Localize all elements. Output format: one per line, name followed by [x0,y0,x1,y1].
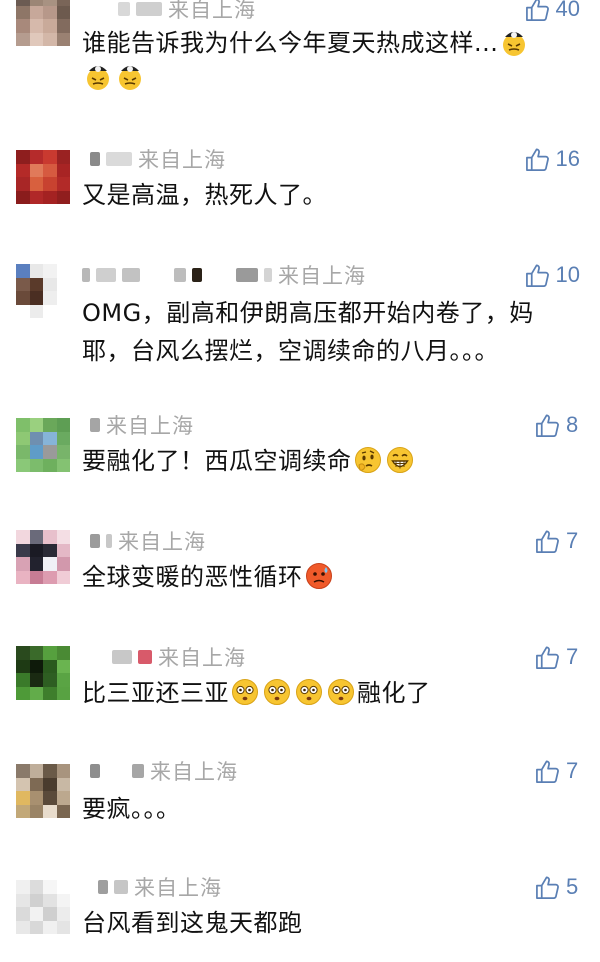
blurred-username[interactable] [118,2,130,16]
thumbs-up-icon [535,413,560,438]
like-count: 5 [566,874,579,899]
thumbs-up-icon [525,0,550,22]
comment-meta: 来自上海 [118,0,256,22]
like-count: 7 [566,644,579,669]
blurred-username[interactable] [122,268,140,282]
comment-text: 又是高温，热死人了。 [82,181,327,209]
blurred-username[interactable] [114,880,128,894]
location-label: 来自上海 [168,0,256,22]
like-button[interactable]: 40 [525,0,580,24]
thumbs-up-icon [535,875,560,900]
like-button[interactable]: 7 [535,642,580,672]
shocked-face-emoji [262,677,292,707]
sweat-helmet-emoji [499,27,529,57]
location-label: 来自上海 [106,414,194,438]
location-label: 来自上海 [118,530,206,554]
like-button[interactable]: 10 [525,260,580,290]
grinning-face-emoji [385,445,415,475]
comment-text: 谁能告诉我为什么今年夏天热成这样... [82,26,582,94]
blurred-username[interactable] [82,268,90,282]
avatar[interactable] [16,646,70,700]
blurred-username[interactable] [106,152,132,166]
blurred-username[interactable] [106,534,112,548]
comment-text: 比三亚还三亚 融化了 [82,677,431,707]
blurred-username[interactable] [90,418,100,432]
like-count: 8 [566,412,579,437]
thinking-face-emoji [353,445,383,475]
like-count: 40 [555,0,580,21]
sweat-helmet-emoji [83,61,113,91]
avatar[interactable] [16,880,70,934]
like-count: 7 [566,528,579,553]
hot-face-emoji [304,561,334,591]
blurred-username[interactable] [264,268,272,282]
comment-text: 全球变暖的恶性循环 [82,560,582,594]
thumbs-up-icon [535,645,560,670]
avatar[interactable] [16,418,70,472]
shocked-face-emoji [294,677,324,707]
blurred-username[interactable] [174,268,186,282]
blurred-username[interactable] [98,880,108,894]
blurred-username[interactable] [132,764,144,778]
thumbs-up-icon [535,529,560,554]
like-button[interactable]: 7 [535,526,580,556]
location-label: 来自上海 [134,876,222,900]
like-count: 10 [555,262,580,287]
thumbs-up-icon [525,147,550,172]
blurred-username[interactable] [90,152,100,166]
like-count: 16 [555,146,580,171]
blurred-username[interactable] [138,650,152,664]
comment-meta: 来自上海 [90,528,206,554]
sweat-helmet-emoji [115,61,145,91]
blurred-username[interactable] [90,764,100,778]
like-count: 7 [566,758,579,783]
comment-meta: 来自上海 [112,644,246,670]
comment-text: 要疯。。。 [82,795,181,823]
location-label: 来自上海 [150,760,238,784]
like-button[interactable]: 8 [535,410,580,440]
avatar[interactable] [16,264,70,318]
thumbs-up-icon [525,263,550,288]
like-button[interactable]: 7 [535,756,580,786]
avatar[interactable] [16,530,70,584]
thumbs-up-icon [535,759,560,784]
blurred-username[interactable] [90,534,100,548]
blurred-username[interactable] [236,268,258,282]
comment-text: 台风看到这鬼天都跑 [82,909,303,937]
comment-meta: 来自上海 [90,146,226,172]
comment-text: OMG，副高和伊朗高压都开始内卷了，妈 耶，台风么摆烂，空调续命的八月。。。 [82,299,534,365]
comment-meta: 来自上海 [90,412,194,438]
blurred-username[interactable] [96,268,116,282]
like-button[interactable]: 5 [535,872,580,902]
blurred-username[interactable] [112,650,132,664]
avatar[interactable] [16,0,70,46]
shocked-face-emoji [230,677,260,707]
like-button[interactable]: 16 [525,144,580,174]
comment-feed: 来自上海 40 谁能告诉我为什么今年夏天热成这样... 来自上海 16 又是高温… [0,0,600,962]
location-label: 来自上海 [158,646,246,670]
comment-text: 要融化了！西瓜空调续命 [82,444,582,478]
location-label: 来自上海 [138,148,226,172]
comment-meta: 来自上海 [90,758,238,784]
location-label: 来自上海 [278,264,366,288]
comment-meta: 来自上海 [82,262,366,288]
blurred-username[interactable] [136,2,162,16]
avatar[interactable] [16,150,70,204]
shocked-face-emoji [326,677,356,707]
blurred-username[interactable] [192,268,202,282]
avatar[interactable] [16,764,70,818]
comment-meta: 来自上海 [98,874,222,900]
